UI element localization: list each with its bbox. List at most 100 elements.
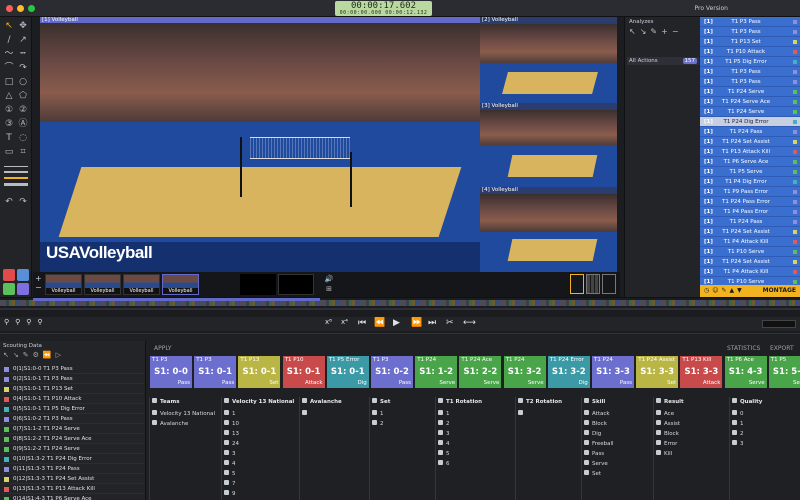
video-pane-4[interactable]: [4] Volleyball [480, 187, 617, 272]
checkbox[interactable] [438, 440, 443, 445]
zoom-window-button[interactable] [28, 5, 35, 12]
checkbox[interactable] [224, 398, 229, 403]
filter-header[interactable]: Teams [152, 398, 179, 405]
smiley-icon[interactable]: ☺ [712, 287, 721, 294]
checkbox[interactable] [152, 420, 157, 425]
skip-forward-icon[interactable]: ⏭ [428, 318, 436, 328]
arrow-tool-icon[interactable]: ↗ [16, 33, 30, 47]
checkbox[interactable] [224, 470, 229, 475]
filter-option[interactable]: 1 [438, 409, 450, 419]
play-icon[interactable]: ▼ [737, 287, 745, 294]
filter-option[interactable]: Serve [584, 459, 608, 469]
scouting-row[interactable]: 0|3|S1:0-1 T1 P13 Set [2, 385, 144, 394]
scouting-row[interactable]: 0|1|S1:0-0 T1 P3 Pass [2, 365, 144, 374]
event-list-item[interactable]: [1] T1 P4 Attack Kill [700, 267, 800, 277]
dashed-line-tool-icon[interactable]: ┅ [16, 47, 30, 61]
fill-tool-icon[interactable]: ▭ [2, 145, 16, 159]
video-pane-1[interactable]: [1] Volleyball USAVolleyball [40, 17, 480, 272]
checkbox[interactable] [438, 460, 443, 465]
event-list-item[interactable]: [1] T1 P4 Attack Kill [700, 237, 800, 247]
checkbox[interactable] [656, 420, 661, 425]
filter-option[interactable]: 5 [438, 449, 450, 459]
checkbox[interactable] [438, 430, 443, 435]
number-3-tool-icon[interactable]: ③ [2, 117, 16, 131]
scouting-row[interactable]: 0|4|S1:0-1 T1 P10 Attack [2, 395, 144, 404]
text-tool-icon[interactable]: T [2, 131, 16, 145]
red-color-swatch[interactable] [3, 269, 15, 281]
filter-option[interactable]: 5 [224, 469, 236, 479]
checkbox[interactable] [656, 410, 661, 415]
checkbox[interactable] [438, 450, 443, 455]
filter-option[interactable]: Freeball [584, 439, 614, 449]
event-list-item[interactable]: [1] T1 P6 Serve Ace [700, 157, 800, 167]
marker-remove-icon[interactable]: ⚲ [37, 318, 48, 326]
add-icon[interactable]: + [661, 27, 672, 36]
video-pane-2[interactable]: [2] Volleyball [480, 17, 617, 103]
event-list-item[interactable]: [1] T1 P5 Dig Error [700, 57, 800, 67]
filter-option[interactable]: Attack [584, 409, 610, 419]
scouting-tile[interactable]: T1 P24 S1: 3-3 Pass [592, 356, 634, 388]
event-list-item[interactable]: [1] T1 P24 Serve Ace [700, 97, 800, 107]
filter-option[interactable]: 2 [372, 419, 384, 429]
event-list-item[interactable]: [1] T1 P9 Pass Error [700, 187, 800, 197]
video-pane-3[interactable]: [3] Volleyball [480, 103, 617, 187]
apply-button[interactable]: APPLY [154, 345, 172, 352]
remove-icon[interactable]: − [672, 27, 683, 36]
polygon-tool-icon[interactable]: ⬠ [16, 89, 30, 103]
fast-forward-icon[interactable]: ⏩ [411, 318, 422, 328]
select-icon[interactable]: ↖ [629, 27, 640, 36]
scouting-tile[interactable]: T1 P10 S1: 0-1 Attack [282, 356, 325, 388]
pencil-icon[interactable]: ✎ [722, 287, 730, 294]
filter-option[interactable]: 3 [438, 429, 450, 439]
filter-header[interactable]: Quality [732, 398, 762, 405]
event-list-item[interactable]: [1] T1 P13 Attack Kill [700, 147, 800, 157]
checkbox[interactable] [518, 410, 523, 415]
filter-option[interactable]: 2 [732, 429, 744, 439]
filter-option[interactable]: Pass [584, 449, 604, 459]
event-list-item[interactable]: [1] T1 P24 Dig Error [700, 117, 800, 127]
event-list-item[interactable]: [1] T1 P24 Set Assist [700, 227, 800, 237]
move-tool-icon[interactable]: ✥ [16, 19, 30, 33]
nudge-icon[interactable]: ↘ [640, 27, 651, 36]
checkbox[interactable] [584, 420, 589, 425]
scouting-tile[interactable]: T1 P24 Error S1: 3-2 Dig [547, 356, 590, 388]
scouting-tile[interactable]: T1 P6 Ace S1: 4-3 Serve [724, 356, 767, 388]
filter-option[interactable]: Dig [584, 429, 601, 439]
checkbox[interactable] [584, 410, 589, 415]
filter-option[interactable]: Block [584, 419, 607, 429]
checkbox[interactable] [656, 440, 661, 445]
checkbox[interactable] [224, 450, 229, 455]
checkbox[interactable] [224, 410, 229, 415]
checkbox[interactable] [584, 398, 589, 403]
event-list-item[interactable]: [1] T1 P3 Pass [700, 67, 800, 77]
scouting-row[interactable]: 0|13|S1:3-3 T1 P13 Attack Kill [2, 485, 144, 494]
scouting-row[interactable]: 0|7|S1:1-2 T1 P24 Serve [2, 425, 144, 434]
checkbox[interactable] [302, 398, 307, 403]
speed-up-icon[interactable]: x⁴ [341, 318, 348, 326]
timeline[interactable] [0, 297, 800, 317]
scouting-tile[interactable]: T1 P5 S1: 5-3 Serve [768, 356, 800, 388]
checkbox[interactable] [584, 470, 589, 475]
marker-in-icon[interactable]: ⚲ [4, 318, 15, 326]
checkbox[interactable] [372, 398, 377, 403]
scouting-row[interactable]: 0|12|S1:3-3 T1 P24 Set Assist [2, 475, 144, 484]
scouting-row[interactable]: 0|6|S1:0-2 T1 P3 Pass [2, 415, 144, 424]
filter-option[interactable]: 10 [224, 419, 239, 429]
checkbox[interactable] [732, 410, 737, 415]
crop-tool-icon[interactable]: ⌗ [16, 145, 30, 159]
filter-option[interactable] [518, 409, 526, 419]
number-2-tool-icon[interactable]: ② [16, 103, 30, 117]
nudge-icon[interactable]: ↘ [13, 351, 23, 359]
green-color-swatch[interactable] [3, 283, 15, 295]
checkbox[interactable] [656, 450, 661, 455]
event-list-item[interactable]: [1] T1 P24 Pass Error [700, 197, 800, 207]
zoom-field[interactable] [762, 320, 796, 328]
filter-option[interactable]: 4 [224, 459, 236, 469]
scouting-tile[interactable]: T1 P13 S1: 0-1 Set [238, 356, 281, 388]
triangle-tool-icon[interactable]: △ [2, 89, 16, 103]
event-list-item[interactable]: [1] T1 P24 Set Assist [700, 137, 800, 147]
scouting-row[interactable]: 0|8|S1:2-2 T1 P24 Serve Ace [2, 435, 144, 444]
filter-option[interactable]: Avalanche [152, 419, 188, 429]
event-list-item[interactable]: [1] T1 P24 Set Assist [700, 257, 800, 267]
edit-icon[interactable]: ✎ [650, 27, 661, 36]
